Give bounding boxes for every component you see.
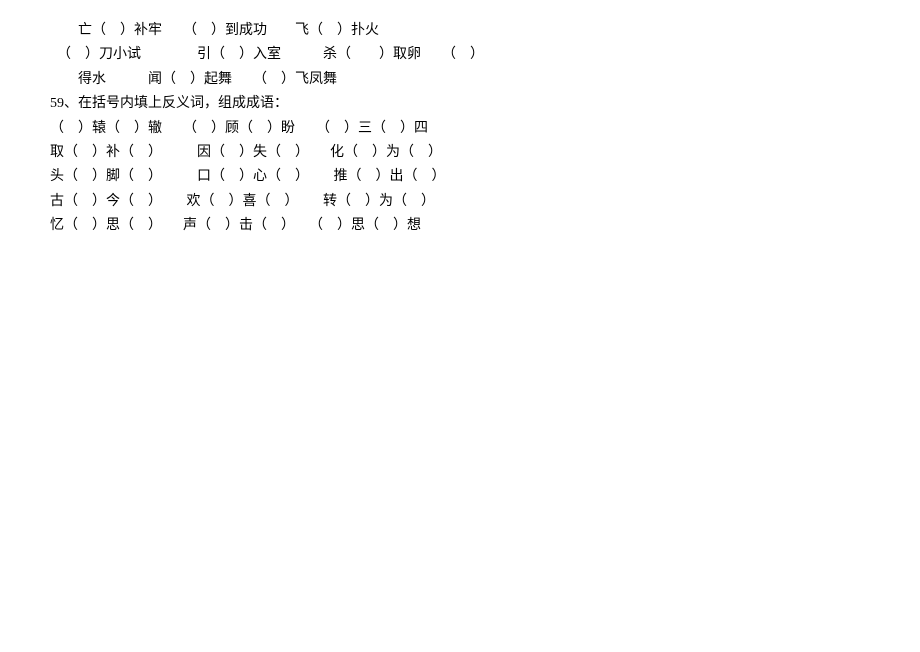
text-line: 取（ ）补（ ） 因（ ）失（ ） 化（ ）为（ ） xyxy=(50,142,870,164)
text-line: （ ）刀小试 引（ ）入室 杀（ ）取卵 （ ） xyxy=(50,44,870,66)
text-line: 古（ ）今（ ） 欢（ ）喜（ ） 转（ ）为（ ） xyxy=(50,191,870,213)
text-line: 亡（ ）补牢 （ ）到成功 飞（ ）扑火 xyxy=(50,20,870,42)
text-line: 得水 闻（ ）起舞 （ ）飞凤舞 xyxy=(50,69,870,91)
text-line: 忆（ ）思（ ） 声（ ）击（ ） （ ）思（ ）想 xyxy=(50,215,870,237)
text-line: 头（ ）脚（ ） 口（ ）心（ ） 推（ ）出（ ） xyxy=(50,166,870,188)
text-line: （ ）辕（ ）辙 （ ）顾（ ）盼 （ ）三（ ）四 xyxy=(50,118,870,140)
document-content: 亡（ ）补牢 （ ）到成功 飞（ ）扑火 （ ）刀小试 引（ ）入室 杀（ ）取… xyxy=(50,20,870,238)
text-line: 59、在括号内填上反义词，组成成语： xyxy=(50,93,870,115)
